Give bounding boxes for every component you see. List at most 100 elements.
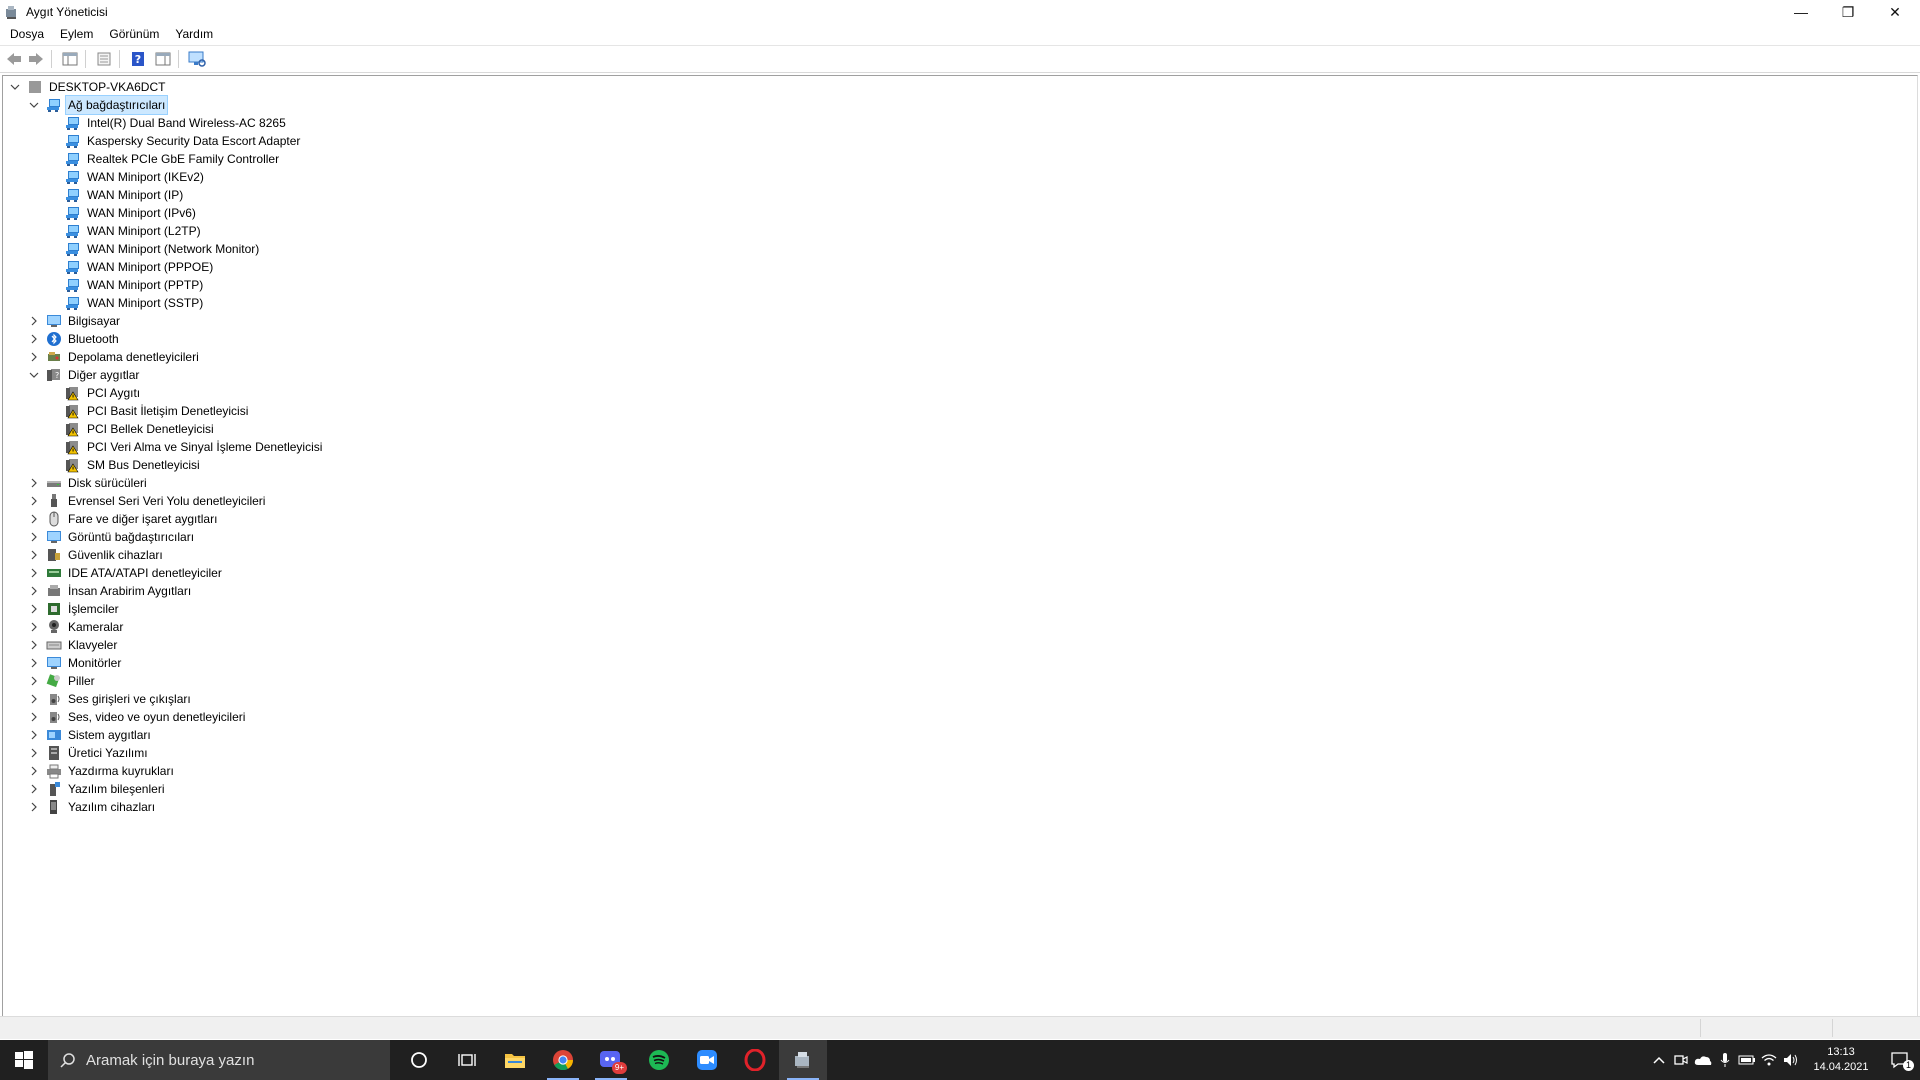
back-arrow-icon[interactable] [3,49,25,69]
tree-category[interactable]: Monitörler [3,654,324,672]
menu-dosya[interactable]: Dosya [0,24,52,44]
menu-gorunum[interactable]: Görünüm [101,24,167,44]
expand-chevron-icon[interactable] [28,657,40,669]
scan-hardware-icon[interactable] [186,49,208,69]
menu-eylem[interactable]: Eylem [52,24,101,44]
tree-category[interactable]: ? Diğer aygıtlar [3,366,324,384]
tree-device[interactable]: PCI Veri Alma ve Sinyal İşleme Denetleyi… [3,438,324,456]
opera-icon[interactable] [731,1040,779,1080]
show-hide-console-tree-icon[interactable] [59,49,81,69]
collapse-chevron-icon[interactable] [28,369,40,381]
tree-device[interactable]: PCI Bellek Denetleyicisi [3,420,324,438]
microphone-icon[interactable] [1714,1040,1736,1080]
tree-device[interactable]: PCI Basit İletişim Denetleyicisi [3,402,324,420]
expand-chevron-icon[interactable] [28,603,40,615]
expand-chevron-icon[interactable] [28,567,40,579]
tree-category[interactable]: Bluetooth [3,330,324,348]
expand-chevron-icon[interactable] [28,333,40,345]
tree-category[interactable]: İşlemciler [3,600,324,618]
expand-chevron-icon[interactable] [28,531,40,543]
tree-category[interactable]: Fare ve diğer işaret aygıtları [3,510,324,528]
expand-chevron-icon[interactable] [28,585,40,597]
tree-category[interactable]: Piller [3,672,324,690]
expand-chevron-icon[interactable] [28,729,40,741]
forward-arrow-icon[interactable] [25,49,47,69]
tree-category[interactable]: Yazılım bileşenleri [3,780,324,798]
help-icon[interactable]: ? [127,49,149,69]
tree-device[interactable]: Realtek PCIe GbE Family Controller [3,150,324,168]
tree-category[interactable]: Sistem aygıtları [3,726,324,744]
expand-chevron-icon[interactable] [28,675,40,687]
tree-device[interactable]: WAN Miniport (L2TP) [3,222,324,240]
tree-device[interactable]: WAN Miniport (IPv6) [3,204,324,222]
show-hidden-icons-icon[interactable] [1648,1040,1670,1080]
expand-chevron-icon[interactable] [28,783,40,795]
expand-chevron-icon[interactable] [28,765,40,777]
expand-chevron-icon[interactable] [28,747,40,759]
expand-chevron-icon[interactable] [28,495,40,507]
file-explorer-icon[interactable] [491,1040,539,1080]
tree-device[interactable]: Intel(R) Dual Band Wireless-AC 8265 [3,114,324,132]
tree-category[interactable]: Klavyeler [3,636,324,654]
spotify-icon[interactable] [635,1040,683,1080]
tree-root[interactable]: DESKTOP-VKA6DCT [3,78,324,96]
taskbar-search-box[interactable]: Aramak için buraya yazın [48,1040,390,1080]
battery-tray-icon[interactable] [1736,1040,1758,1080]
meet-now-icon[interactable] [1670,1040,1692,1080]
collapse-chevron-icon[interactable] [9,81,21,93]
clock[interactable]: 13:13 14.04.2021 [1802,1045,1880,1075]
tree-category[interactable]: Güvenlik cihazları [3,546,324,564]
tree-device[interactable]: WAN Miniport (SSTP) [3,294,324,312]
tree-category[interactable]: Ağ bağdaştırıcıları [3,95,324,115]
tree-device[interactable]: WAN Miniport (IP) [3,186,324,204]
tree-device[interactable]: WAN Miniport (PPTP) [3,276,324,294]
tree-device[interactable]: SM Bus Denetleyicisi [3,456,324,474]
tree-category[interactable]: Yazılım cihazları [3,798,324,816]
tree-category[interactable]: Ses girişleri ve çıkışları [3,690,324,708]
tree-category[interactable]: Depolama denetleyicileri [3,348,324,366]
tree-category[interactable]: Ses, video ve oyun denetleyicileri [3,708,324,726]
expand-chevron-icon[interactable] [28,693,40,705]
minimize-button[interactable]: — [1778,0,1824,24]
tree-category[interactable]: İnsan Arabirim Aygıtları [3,582,324,600]
chrome-icon[interactable] [539,1040,587,1080]
expand-chevron-icon[interactable] [28,801,40,813]
volume-icon[interactable] [1780,1040,1802,1080]
tree-category[interactable]: Disk sürücüleri [3,474,324,492]
expand-chevron-icon[interactable] [28,315,40,327]
restore-button[interactable]: ❐ [1825,0,1871,24]
tree-category[interactable]: Üretici Yazılımı [3,744,324,762]
close-button[interactable]: ✕ [1872,0,1918,24]
expand-chevron-icon[interactable] [28,711,40,723]
tree-device[interactable]: WAN Miniport (Network Monitor) [3,240,324,258]
zoom-icon[interactable] [683,1040,731,1080]
game-app-icon[interactable]: 9+ [587,1040,635,1080]
tree-category[interactable]: Evrensel Seri Veri Yolu denetleyicileri [3,492,324,510]
tree-category[interactable]: Bilgisayar [3,312,324,330]
action-pane-icon[interactable] [152,49,174,69]
expand-chevron-icon[interactable] [28,549,40,561]
tree-device[interactable]: WAN Miniport (IKEv2) [3,168,324,186]
tree-device[interactable]: WAN Miniport (PPPOE) [3,258,324,276]
device-tree-pane[interactable]: DESKTOP-VKA6DCT Ağ bağdaştırıcıları Intel(… [2,75,1918,1016]
menu-yardim[interactable]: Yardım [167,24,221,44]
tree-category[interactable]: Kameralar [3,618,324,636]
tree-category[interactable]: Yazdırma kuyrukları [3,762,324,780]
start-button[interactable] [0,1040,48,1080]
notification-center-icon[interactable]: 1 [1880,1040,1920,1080]
expand-chevron-icon[interactable] [28,621,40,633]
tree-category[interactable]: IDE ATA/ATAPI denetleyiciler [3,564,324,582]
collapse-chevron-icon[interactable] [28,99,40,111]
cortana-icon[interactable] [395,1040,443,1080]
device-manager-icon[interactable] [779,1040,827,1080]
tree-category[interactable]: Görüntü bağdaştırıcıları [3,528,324,546]
properties-icon[interactable] [93,49,115,69]
tree-device[interactable]: Kaspersky Security Data Escort Adapter [3,132,324,150]
expand-chevron-icon[interactable] [28,477,40,489]
expand-chevron-icon[interactable] [28,513,40,525]
wifi-icon[interactable] [1758,1040,1780,1080]
onedrive-icon[interactable] [1692,1040,1714,1080]
expand-chevron-icon[interactable] [28,351,40,363]
expand-chevron-icon[interactable] [28,639,40,651]
tree-device[interactable]: PCI Aygıtı [3,384,324,402]
